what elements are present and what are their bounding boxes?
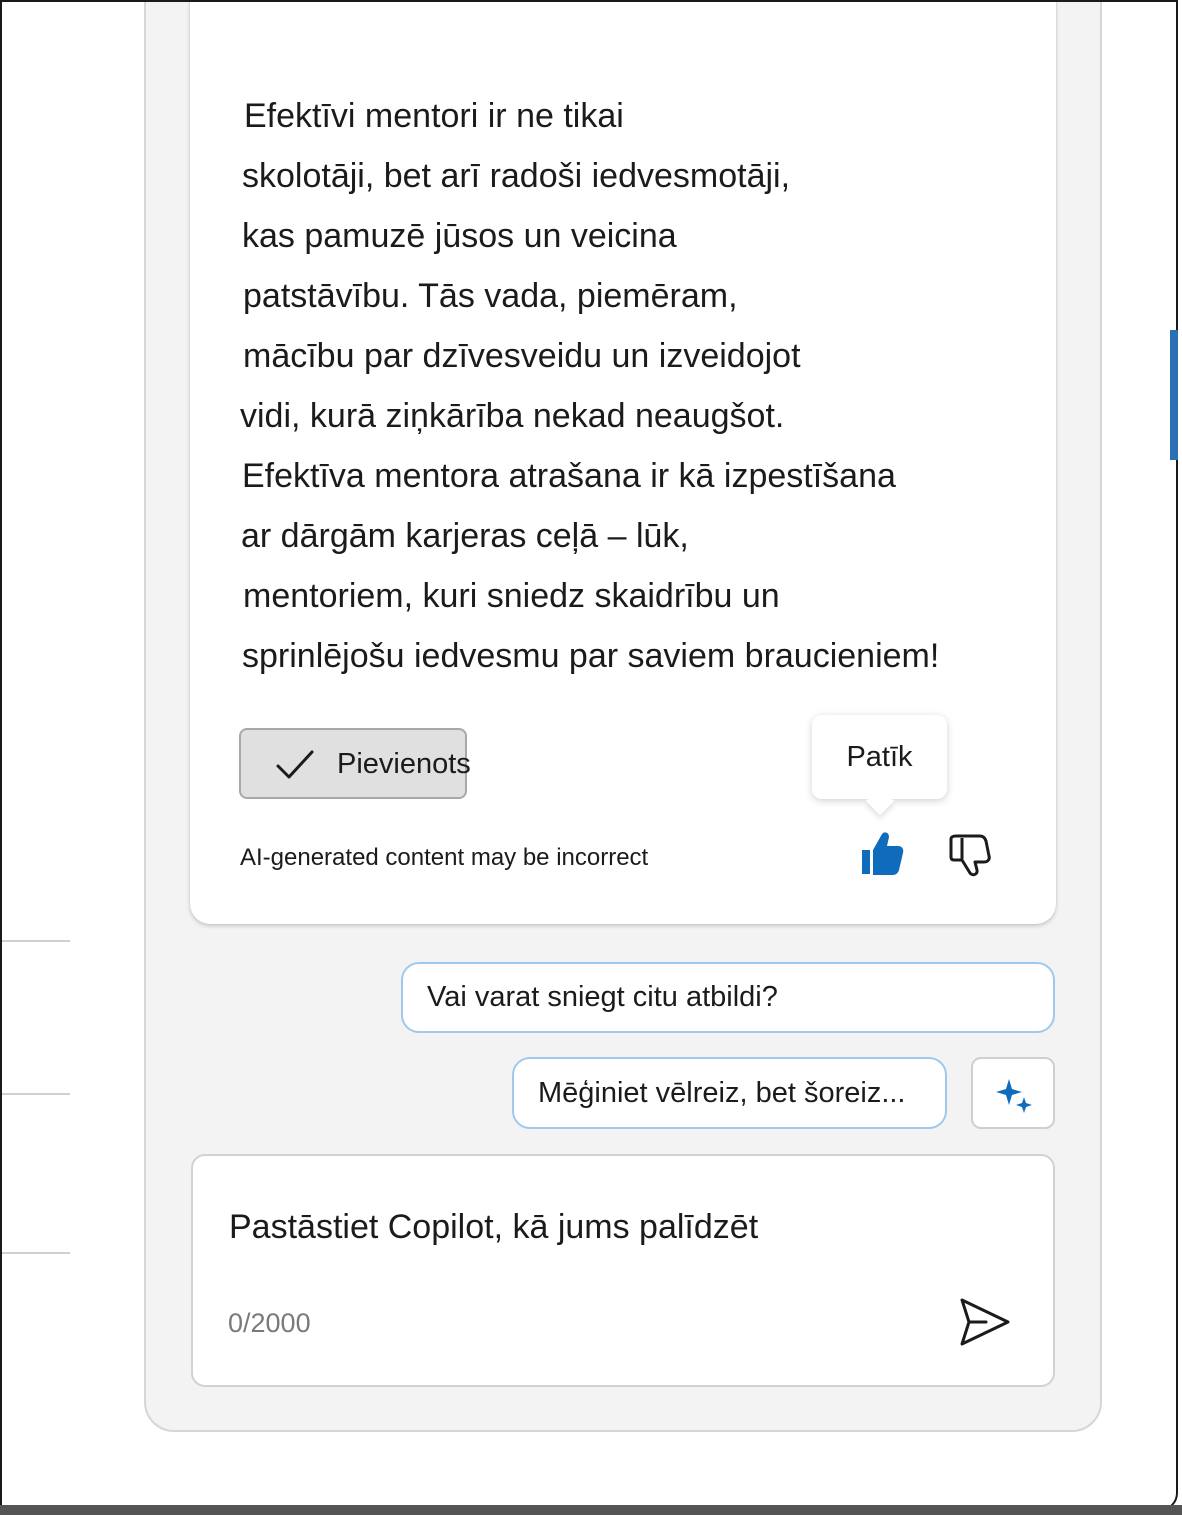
thumbs-up-icon	[862, 832, 904, 875]
background-divider	[2, 1252, 70, 1254]
response-line: vidi, kurā ziņkārība nekad neaugšot.	[240, 397, 785, 435]
suggestion-chip-label: Mēģiniet vēlreiz, bet šoreiz...	[538, 1076, 906, 1109]
chat-input-placeholder: Pastāstiet Copilot, kā jums palīdzēt	[229, 1208, 759, 1246]
background-app-edge	[1170, 330, 1178, 460]
dislike-button[interactable]	[946, 828, 994, 880]
ai-disclaimer: AI-generated content may be incorrect	[240, 844, 649, 871]
background-divider	[2, 940, 70, 942]
prompts-button[interactable]	[971, 1057, 1055, 1129]
background-divider	[2, 1093, 70, 1095]
response-text: Efektīvi mentori ir ne tikai skolotāji, …	[240, 86, 1040, 686]
sparkle-icon	[996, 1079, 1032, 1113]
response-line: sprinlējošu iedvesmu par saviem braucien…	[242, 637, 940, 675]
like-tooltip: Patīk	[812, 715, 947, 816]
taskbar-edge	[0, 1505, 1182, 1515]
thumbs-down-icon	[949, 834, 991, 877]
suggestion-chip[interactable]: Vai varat sniegt citu atbildi?	[401, 962, 1055, 1033]
chat-input[interactable]: Pastāstiet Copilot, kā jums palīdzēt 0/2…	[191, 1154, 1055, 1387]
character-count: 0/2000	[228, 1308, 311, 1338]
suggestion-chip-label: Vai varat sniegt citu atbildi?	[427, 981, 778, 1013]
response-line: skolotāji, bet arī radoši iedvesmotāji,	[242, 157, 791, 195]
send-button[interactable]	[956, 1294, 1012, 1350]
response-line: ar dārgām karjeras ceļā – lūk,	[241, 517, 689, 555]
added-button-label: Pievienots	[337, 748, 471, 780]
tooltip-text: Patīk	[846, 740, 913, 773]
checkmark-icon	[276, 750, 314, 779]
like-button[interactable]	[858, 828, 906, 880]
response-line: Efektīvi mentori ir ne tikai	[244, 97, 624, 135]
added-button[interactable]: Pievienots	[239, 728, 471, 799]
response-line: Efektīva mentora atrašana ir kā izpestīš…	[242, 457, 896, 495]
app-window: Efektīvi mentori ir ne tikai skolotāji, …	[0, 0, 1178, 1511]
suggestion-chip[interactable]: Mēģiniet vēlreiz, bet šoreiz...	[512, 1057, 947, 1129]
response-line: patstāvību. Tās vada, piemēram,	[243, 277, 738, 315]
response-line: kas pamuzē jūsos un veicina	[242, 217, 677, 255]
send-icon	[960, 1298, 1010, 1346]
response-line: mentoriem, kuri sniedz skaidrību un	[243, 577, 780, 615]
response-line: mācību par dzīvesveidu un izveidojot	[243, 337, 801, 375]
